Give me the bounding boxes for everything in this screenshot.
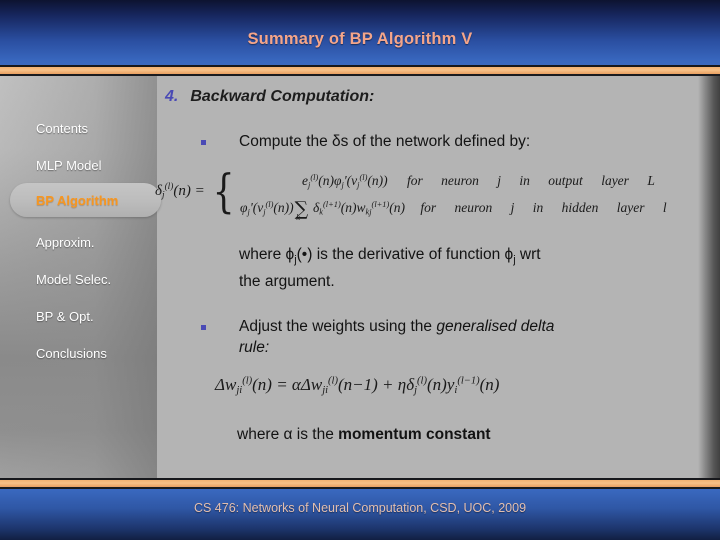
equation-delta-definition: δj(l)(n) = { ej(l)(n)φj'(vj(l)(n)) for n… <box>155 164 672 223</box>
sidebar-item-label: BP Algorithm <box>36 193 119 208</box>
sidebar-item-conclusions[interactable]: Conclusions <box>0 339 157 368</box>
sidebar-item-approxim[interactable]: Approxim. <box>0 228 157 257</box>
sidebar-item-mlp-model[interactable]: MLP Model <box>0 151 157 180</box>
equation-case-output-layer: ej(l)(n)φj'(vj(l)(n)) for neuron j in ou… <box>302 173 655 190</box>
bullet-marker-icon <box>201 140 206 145</box>
sidebar-nav: Contents MLP Model BP Algorithm Approxim… <box>0 76 161 478</box>
sidebar-item-model-selec[interactable]: Model Selec. <box>0 265 157 294</box>
sidebar-item-label: Conclusions <box>36 346 107 361</box>
bullet-marker-icon <box>201 325 206 330</box>
note-bold-term: momentum constant <box>338 426 491 443</box>
piecewise-brace-icon: { <box>212 164 235 218</box>
sidebar-item-bp-algorithm[interactable]: BP Algorithm <box>0 186 157 215</box>
slide-content: 4. Backward Computation: Compute the δs o… <box>155 76 720 478</box>
note-line-2: the argument. <box>239 273 335 291</box>
slide-canvas: Summary of BP Algorithm V Contents MLP M… <box>0 0 720 540</box>
piecewise-cases: ej(l)(n)φj'(vj(l)(n)) for neuron j in ou… <box>240 164 672 223</box>
sidebar-item-contents[interactable]: Contents <box>0 114 157 143</box>
sidebar-item-label: Contents <box>36 121 89 136</box>
bullet-item-compute-deltas: Compute the δs of the network defined by… <box>201 131 701 152</box>
equation-weight-update: Δwji(l)(n) = αΔwji(l)(n−1) + ηδj(l)(n)yi… <box>215 375 500 396</box>
content-right-shadow <box>698 76 720 478</box>
note-line-1: where ϕj(•) is the derivative of functio… <box>239 246 541 267</box>
bullet-emphasis: generalised delta <box>436 318 555 335</box>
bullet-item-adjust-weights: Adjust the weights using the generalised… <box>201 316 711 358</box>
slide-title: Summary of BP Algorithm V <box>247 30 473 48</box>
bullet-text: Compute the δs of the network defined by… <box>239 133 531 150</box>
header-rule-orange <box>0 67 720 74</box>
note-momentum-constant: where α is the momentum constant <box>237 426 491 443</box>
bullet-text: Adjust the weights using the generalised… <box>239 318 555 356</box>
note-derivative-of-phi: where ϕj(•) is the derivative of functio… <box>239 244 709 292</box>
sidebar-item-bp-and-opt[interactable]: BP & Opt. <box>0 302 157 331</box>
sidebar-item-label: Model Selec. <box>36 272 112 287</box>
section-heading-text: Backward Computation: <box>190 88 375 105</box>
section-heading: 4. Backward Computation: <box>165 88 374 106</box>
footer-text: CS 476: Networks of Neural Computation, … <box>193 501 527 515</box>
sidebar-item-label: MLP Model <box>36 158 102 173</box>
sidebar-item-label: Approxim. <box>36 235 95 250</box>
footer-rule-orange <box>0 480 720 487</box>
equation-delta-lhs: δj(l)(n) = <box>155 181 205 201</box>
sidebar-item-label: BP & Opt. <box>36 309 94 324</box>
bullet-emphasis-2: rule: <box>239 339 270 356</box>
section-heading-number: 4. <box>165 88 179 105</box>
equation-case-hidden-layer: φj'(vj(l)(n))∑kδk(l+1)(n)wkj(l+1)(n) for… <box>240 198 667 223</box>
